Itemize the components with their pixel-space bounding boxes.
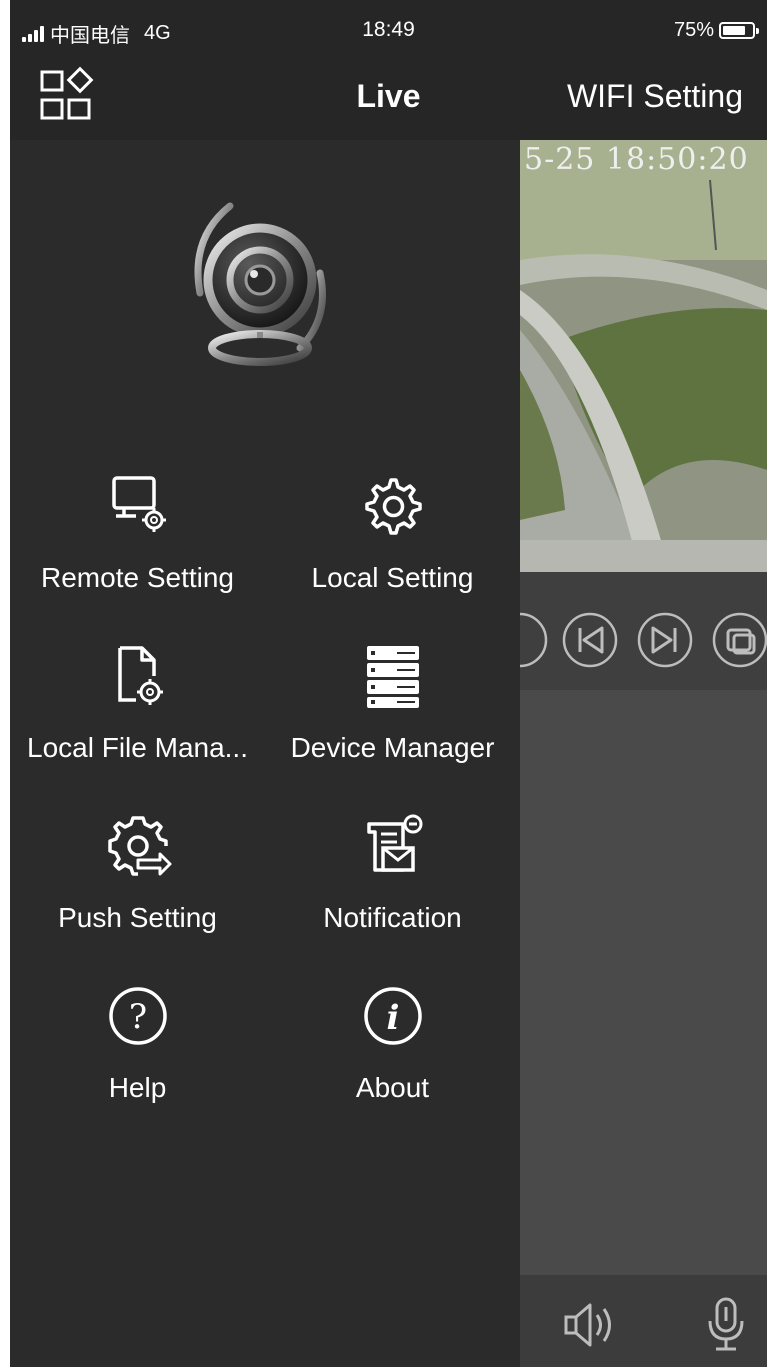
menu-item-device-manager[interactable]: Device Manager xyxy=(265,640,520,790)
live-video[interactable]: 5-25 18:50:20 xyxy=(520,140,767,572)
menu-item-push-setting[interactable]: Push Setting xyxy=(10,810,265,960)
battery-icon xyxy=(719,22,759,39)
status-time: 18:49 xyxy=(362,18,415,41)
menu-item-local-setting[interactable]: Local Setting xyxy=(265,470,520,620)
menu-item-notification[interactable]: Notification xyxy=(265,810,520,960)
wifi-setting-button[interactable]: WIFI Setting xyxy=(567,78,743,115)
audio-controls xyxy=(520,1275,767,1367)
menu-item-label: Local Setting xyxy=(311,562,474,593)
menu-item-local-file-manager[interactable]: Local File Mana... xyxy=(10,640,265,790)
remote-setting-icon xyxy=(111,476,166,532)
menu-item-label: Notification xyxy=(323,902,462,933)
playback-controls xyxy=(492,572,767,690)
help-icon: ? xyxy=(108,987,167,1045)
server-rack-icon xyxy=(366,646,419,708)
status-right: 75% xyxy=(673,19,759,42)
notification-icon xyxy=(366,814,422,872)
push-setting-icon xyxy=(107,816,171,876)
menu-item-remote-setting[interactable]: Remote Setting xyxy=(10,470,265,620)
side-menu: Remote Setting Local Setting Local File … xyxy=(10,140,520,1367)
menu-item-label: Help xyxy=(108,1072,167,1103)
menu-item-label: Local File Mana... xyxy=(27,732,248,763)
gear-icon xyxy=(364,478,422,535)
microphone-icon[interactable] xyxy=(698,1295,754,1355)
status-bar: 中国电信 4G 18:49 75% xyxy=(10,0,767,60)
video-frame-image xyxy=(520,140,767,572)
battery-level: 75% xyxy=(673,19,714,41)
menu-item-label: About xyxy=(355,1072,430,1103)
snapshot-icon[interactable] xyxy=(710,610,767,670)
menu-item-label: Remote Setting xyxy=(41,562,234,593)
live-view-area: 5-25 18:50:20 xyxy=(492,140,767,1367)
info-icon: i xyxy=(363,987,422,1045)
svg-text:?: ? xyxy=(128,997,146,1037)
menu-item-label: Device Manager xyxy=(290,732,495,763)
video-timestamp: 5-25 18:50:20 xyxy=(524,142,749,177)
next-icon[interactable] xyxy=(635,610,695,670)
menu-item-about[interactable]: i About xyxy=(265,980,520,1130)
previous-icon[interactable] xyxy=(560,610,620,670)
menu-item-label: Push Setting xyxy=(58,902,217,933)
menu-item-help[interactable]: ? Help xyxy=(10,980,265,1130)
header: Live WIFI Setting xyxy=(10,60,767,140)
speaker-icon[interactable] xyxy=(560,1295,616,1355)
app-screen: 中国电信 4G 18:49 75% Live WIFI Setting 5-25… xyxy=(10,0,767,1367)
app-logo-webcam-icon xyxy=(194,202,326,366)
svg-text:i: i xyxy=(386,998,399,1038)
file-settings-icon xyxy=(117,646,163,705)
